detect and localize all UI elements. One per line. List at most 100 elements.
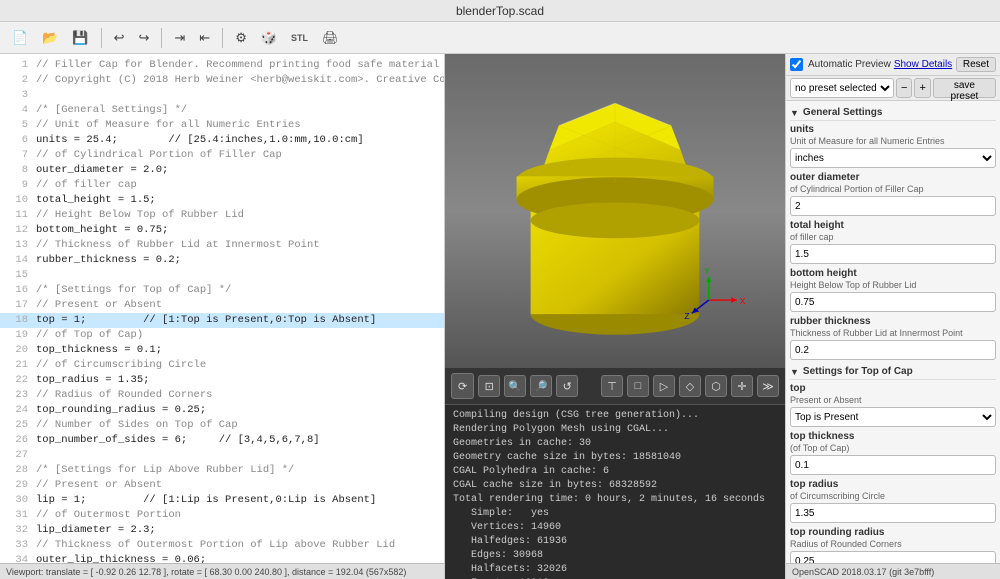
console-line: Simple: yes	[453, 507, 777, 521]
param-select-units[interactable]: inchesmmcm	[790, 148, 996, 168]
view-persp-button[interactable]: ◇	[679, 375, 701, 397]
undo-button[interactable]: ↩	[108, 26, 131, 50]
param-input-outer_diameter[interactable]	[790, 196, 996, 216]
code-line: 24top_rounding_radius = 0.25;	[0, 403, 444, 418]
print-button[interactable]: 🖨	[316, 26, 345, 50]
line-text: total_height = 1.5;	[36, 193, 156, 208]
line-number: 26	[4, 433, 28, 448]
render-button[interactable]: 🎲	[255, 26, 283, 50]
step-top	[531, 203, 700, 239]
view-top-button[interactable]: ⊤	[601, 375, 623, 397]
line-number: 20	[4, 343, 28, 358]
line-text: top_number_of_sides = 6; // [3,4,5,6,7,8…	[36, 433, 320, 448]
params-scroll[interactable]: ▼General SettingsunitsUnit of Measure fo…	[786, 101, 1000, 563]
section-header-top[interactable]: ▼Settings for Top of Cap	[790, 364, 996, 380]
toolbar-sep-1	[101, 28, 102, 48]
indent-button[interactable]: ⇥	[168, 26, 191, 50]
outdent-button[interactable]: ⇤	[193, 26, 216, 50]
window-title: blenderTop.scad	[456, 4, 544, 18]
line-text: // of filler cap	[36, 178, 137, 193]
line-text: outer_lip_thickness = 0.06;	[36, 553, 206, 563]
viewport-panel: X Y Z ⟳ ⊡ 🔍 🔎 ↺	[445, 54, 785, 579]
new-button[interactable]: 📄	[6, 26, 34, 50]
preset-bar: no preset selected − + save preset	[786, 76, 1000, 101]
console-line: Halfacets: 32026	[453, 563, 777, 577]
param-input-top_rounding_radius[interactable]	[790, 551, 996, 563]
code-line: 7// of Cylindrical Portion of Filler Cap	[0, 148, 444, 163]
line-number: 27	[4, 448, 28, 463]
section-header-general[interactable]: ▼General Settings	[790, 105, 996, 121]
line-text: // of Circumscribing Circle	[36, 358, 206, 373]
param-label-rubber_thickness: rubber thickness	[790, 316, 996, 327]
param-label-total_height: total height	[790, 220, 996, 231]
code-line: 17// Present or Absent	[0, 298, 444, 313]
open-button[interactable]: 📂	[36, 26, 64, 50]
line-text: // Unit of Measure for all Numeric Entri…	[36, 118, 301, 133]
param-sublabel-bottom_height: Height Below Top of Rubber Lid	[790, 280, 996, 290]
viewport-bottom-toolbar: ⟳ ⊡ 🔍 🔎 ↺ ⊤ □ ▷ ◇ ⬡ ✛ ≫	[445, 368, 785, 404]
code-line: 14rubber_thickness = 0.2;	[0, 253, 444, 268]
line-number: 30	[4, 493, 28, 508]
console-panel: Compiling design (CSG tree generation)..…	[445, 404, 785, 579]
main-toolbar: 📄 📂 💾 ↩ ↪ ⇥ ⇤ ⚙ 🎲 STL 🖨	[0, 22, 1000, 54]
line-text: lip = 1; // [1:Lip is Present,0:Lip is A…	[36, 493, 376, 508]
param-input-top_thickness[interactable]	[790, 455, 996, 475]
line-number: 1	[4, 58, 28, 73]
console-line: Rendering Polygon Mesh using CGAL...	[453, 423, 777, 437]
line-text: // Present or Absent	[36, 478, 162, 493]
code-line: 27	[0, 448, 444, 463]
code-line: 28/* [Settings for Lip Above Rubber Lid]…	[0, 463, 444, 478]
code-line: 13// Thickness of Rubber Lid at Innermos…	[0, 238, 444, 253]
param-input-total_height[interactable]	[790, 244, 996, 264]
rotate-button[interactable]: ↺	[556, 375, 578, 397]
zoom-fit-button[interactable]: ⊡	[478, 375, 500, 397]
viewport-3d[interactable]: X Y Z	[445, 54, 785, 368]
redo-button[interactable]: ↪	[132, 26, 155, 50]
line-number: 18	[4, 313, 28, 328]
show-details-button[interactable]: Show Details	[894, 59, 952, 70]
save-button[interactable]: 💾	[66, 26, 94, 50]
line-number: 2	[4, 73, 28, 88]
zoom-in-button[interactable]: 🔍	[504, 375, 526, 397]
line-number: 24	[4, 403, 28, 418]
param-input-bottom_height[interactable]	[790, 292, 996, 312]
svg-text:Z: Z	[684, 311, 689, 321]
wireframe-button[interactable]: ⬡	[705, 375, 727, 397]
code-line: 9// of filler cap	[0, 178, 444, 193]
line-text: outer_diameter = 2.0;	[36, 163, 168, 178]
reset-button[interactable]: Reset	[956, 57, 996, 72]
save-preset-button[interactable]: save preset	[933, 78, 996, 98]
export-button[interactable]: STL	[285, 26, 314, 50]
more-button[interactable]: ≫	[757, 375, 779, 397]
code-line: 15	[0, 268, 444, 283]
param-input-top_radius[interactable]	[790, 503, 996, 523]
param-sublabel-top_thickness: (of Top of Cap)	[790, 443, 996, 453]
code-line: 31// of Outermost Portion	[0, 508, 444, 523]
param-row-bottom_height: bottom heightHeight Below Top of Rubber …	[790, 268, 996, 312]
right-top-bar: Automatic Preview Show Details Reset	[786, 54, 1000, 76]
param-select-top[interactable]: Top is PresentTop is Absent	[790, 407, 996, 427]
line-text: // of Top of Cap)	[36, 328, 143, 343]
code-editor[interactable]: 1// Filler Cap for Blender. Recommend pr…	[0, 54, 444, 563]
preset-prev-button[interactable]: −	[896, 78, 912, 98]
right-bottom-bar: OpenSCAD 2018.03.17 (git 3e7bfff)	[786, 563, 1000, 579]
param-label-top_radius: top radius	[790, 479, 996, 490]
preset-select[interactable]: no preset selected	[790, 78, 894, 98]
code-line: 16/* [Settings for Top of Cap] */	[0, 283, 444, 298]
axes-button[interactable]: ✛	[731, 375, 753, 397]
zoom-out-button[interactable]: 🔎	[530, 375, 552, 397]
view-front-button[interactable]: □	[627, 375, 649, 397]
auto-preview-checkbox[interactable]	[790, 58, 803, 71]
line-number: 25	[4, 418, 28, 433]
console-line: Geometry cache size in bytes: 18581040	[453, 451, 777, 465]
reset-view-button[interactable]: ⟳	[451, 373, 474, 399]
line-text: // of Cylindrical Portion of Filler Cap	[36, 148, 282, 163]
preset-next-button[interactable]: +	[914, 78, 930, 98]
settings-button[interactable]: ⚙	[229, 26, 253, 50]
view-right-button[interactable]: ▷	[653, 375, 675, 397]
line-number: 10	[4, 193, 28, 208]
line-number: 34	[4, 553, 28, 563]
line-number: 21	[4, 358, 28, 373]
auto-preview-label: Automatic Preview	[808, 59, 891, 70]
param-input-rubber_thickness[interactable]	[790, 340, 996, 360]
